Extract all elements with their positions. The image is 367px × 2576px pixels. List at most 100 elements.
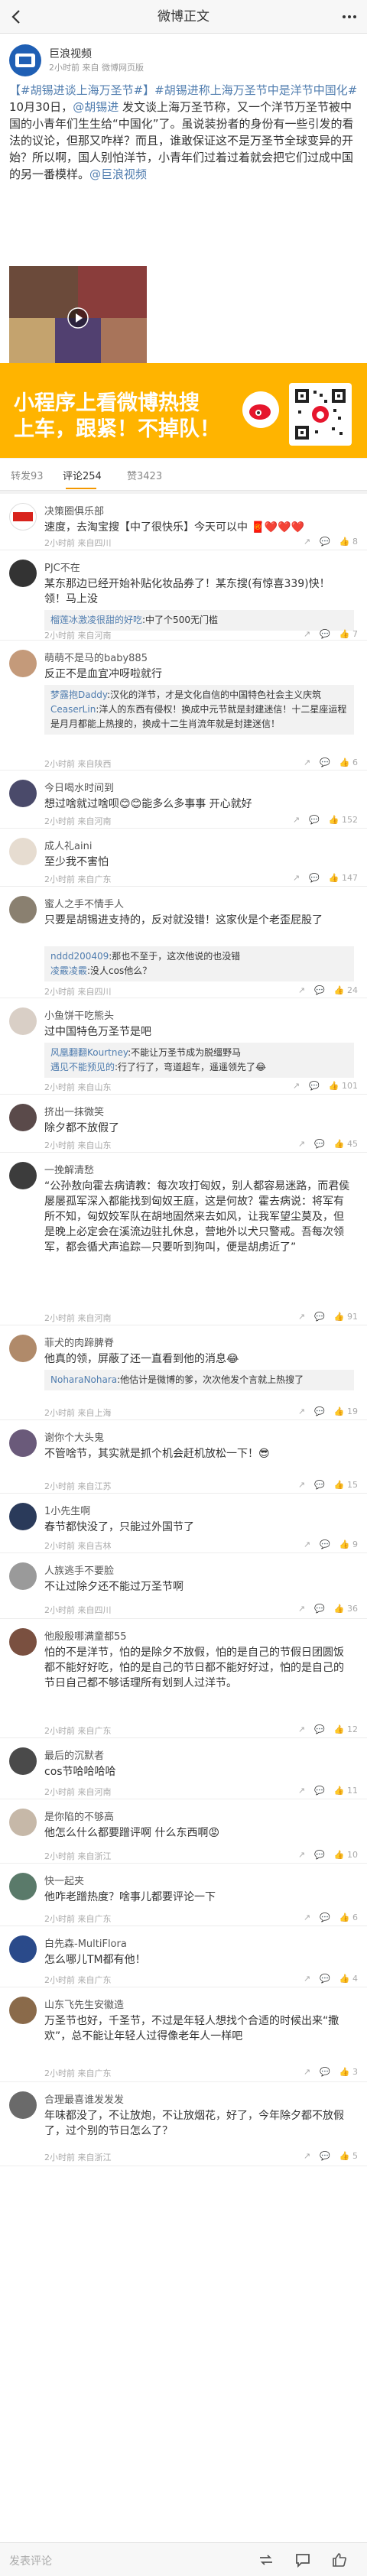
like-button[interactable]: 👍 5 xyxy=(339,2151,358,2161)
share-icon[interactable]: ↗ xyxy=(304,629,310,639)
reply-user[interactable]: CeaserLin xyxy=(50,704,96,715)
user-avatar[interactable] xyxy=(9,1628,37,1656)
reply-icon[interactable]: 💬 xyxy=(320,1539,330,1549)
comment-user[interactable]: 山东飞先生安徽造 xyxy=(44,1997,124,2011)
reply-icon[interactable]: 💬 xyxy=(314,985,325,995)
user-avatar[interactable] xyxy=(9,1503,37,1530)
reply-icon[interactable]: 💬 xyxy=(314,1406,325,1416)
share-icon[interactable]: ↗ xyxy=(304,2067,310,2077)
user-avatar[interactable] xyxy=(9,1935,37,1963)
reply-user[interactable]: 风凰翻翻Kourtney xyxy=(50,1047,128,1058)
like-button[interactable]: 👍 24 xyxy=(334,985,358,995)
reply-user[interactable]: 凌霰凌霰 xyxy=(50,965,87,976)
share-icon[interactable]: ↗ xyxy=(304,2151,310,2161)
like-button[interactable]: 👍 4 xyxy=(339,1974,358,1984)
author-avatar[interactable] xyxy=(9,44,41,76)
like-button[interactable]: 👍 45 xyxy=(334,1139,358,1149)
user-avatar[interactable] xyxy=(9,838,37,865)
mention-link[interactable]: @巨浪视频 xyxy=(89,167,147,181)
comment-user[interactable]: 人族逃手不要脸 xyxy=(44,1562,114,1577)
user-avatar[interactable] xyxy=(9,1335,37,1362)
hashtag-link[interactable]: #胡锡进称上海万圣节中是洋节中国化# xyxy=(154,83,357,97)
reply-icon[interactable]: 💬 xyxy=(314,1724,325,1734)
user-avatar[interactable] xyxy=(9,780,37,807)
comment-user[interactable]: 小鱼饼干吃熊头 xyxy=(44,1007,114,1022)
share-icon[interactable]: ↗ xyxy=(304,758,310,767)
reply-icon[interactable]: 💬 xyxy=(309,1081,320,1091)
tab-like[interactable]: 赞3423 xyxy=(127,468,162,482)
user-avatar[interactable] xyxy=(9,503,37,530)
post-video-thumbnail[interactable] xyxy=(9,266,147,370)
like-button[interactable]: 👍 6 xyxy=(339,1913,358,1922)
like-button[interactable]: 👍 15 xyxy=(334,1480,358,1490)
like-button[interactable]: 👍 6 xyxy=(339,758,358,767)
share-icon[interactable]: ↗ xyxy=(298,1312,305,1322)
share-icon[interactable]: ↗ xyxy=(298,1604,305,1614)
comment-user[interactable]: 蜜人之手不情手人 xyxy=(44,896,124,910)
user-avatar[interactable] xyxy=(9,896,37,923)
user-avatar[interactable] xyxy=(9,650,37,677)
like-button[interactable]: 👍 3 xyxy=(339,2067,358,2077)
reply-user[interactable]: NoharaNohara xyxy=(50,1374,117,1385)
reply-icon[interactable]: 💬 xyxy=(320,629,330,639)
like-button[interactable]: 👍 19 xyxy=(334,1406,358,1416)
like-button[interactable]: 👍 9 xyxy=(339,1539,358,1549)
comment-user[interactable]: 萌萌不是马的baby885 xyxy=(44,650,148,664)
reply-icon[interactable]: 💬 xyxy=(309,873,320,883)
repost-icon[interactable] xyxy=(257,2551,275,2569)
share-icon[interactable]: ↗ xyxy=(304,1913,310,1922)
reply-icon[interactable]: 💬 xyxy=(314,1850,325,1860)
share-icon[interactable]: ↗ xyxy=(298,1406,305,1416)
reply-preview[interactable]: 榴莲冰激凌很甜的好吃:中了个500无门槛 xyxy=(44,610,354,631)
comment-user[interactable]: 一挽解清愁 xyxy=(44,1162,94,1176)
reply-preview[interactable]: 梦露抱Daddy:汉化的洋节，才是文化自信的中国特色社会主义庆筑 CeaserLi… xyxy=(44,685,354,735)
reply-preview[interactable]: nddd200409:那也不至于，这次他说的也没错 凌霰凌霰:没人cos他么？ xyxy=(44,946,354,981)
reply-icon[interactable]: 💬 xyxy=(314,1604,325,1614)
comment-user[interactable]: 白先森-MultiFlora xyxy=(44,1935,127,1950)
reply-preview[interactable]: 风凰翻翻Kourtney:不能让万圣节成为脱缰野马 遇见不能预见的:行了行了，弯道… xyxy=(44,1043,354,1078)
like-button[interactable]: 👍 8 xyxy=(339,537,358,547)
like-button[interactable]: 👍 7 xyxy=(339,629,358,639)
like-button[interactable]: 👍 12 xyxy=(334,1724,358,1734)
comment-user[interactable]: 合理最喜谁发发发 xyxy=(44,2091,124,2106)
comment-user[interactable]: 他殷殷哪满童都55 xyxy=(44,1628,127,1643)
like-button[interactable]: 👍 10 xyxy=(334,1850,358,1860)
share-icon[interactable]: ↗ xyxy=(293,1081,300,1091)
user-avatar[interactable] xyxy=(9,2091,37,2119)
user-avatar[interactable] xyxy=(9,1997,37,2024)
share-icon[interactable]: ↗ xyxy=(304,537,310,547)
share-icon[interactable]: ↗ xyxy=(298,1139,305,1149)
comment-user[interactable]: PJC不在 xyxy=(44,560,80,574)
reply-icon[interactable]: 💬 xyxy=(309,815,320,825)
comment-user[interactable]: 菲犬的肉蹄脾脊 xyxy=(44,1335,114,1349)
comment-user[interactable]: 今日喝水时间到 xyxy=(44,780,114,794)
comment-user[interactable]: 快一起夹 xyxy=(44,1873,84,1887)
reply-user[interactable]: 梦露抱Daddy xyxy=(50,689,107,700)
share-icon[interactable]: ↗ xyxy=(298,1850,305,1860)
mention-link[interactable]: @胡锡进 xyxy=(73,100,119,114)
reply-icon[interactable]: 💬 xyxy=(314,1480,325,1490)
share-icon[interactable]: ↗ xyxy=(298,1724,305,1734)
reply-icon[interactable]: 💬 xyxy=(320,537,330,547)
comment-icon[interactable] xyxy=(294,2551,312,2569)
comment-user[interactable]: 挤出一抹微笑 xyxy=(44,1104,104,1118)
comment-user[interactable]: 决策圈俱乐部 xyxy=(44,503,104,517)
user-avatar[interactable] xyxy=(9,1162,37,1189)
reply-icon[interactable]: 💬 xyxy=(320,2067,330,2077)
reply-user[interactable]: nddd200409 xyxy=(50,951,109,962)
like-button[interactable]: 👍 36 xyxy=(334,1604,358,1614)
user-avatar[interactable] xyxy=(9,560,37,587)
share-icon[interactable]: ↗ xyxy=(293,815,300,825)
share-icon[interactable]: ↗ xyxy=(304,1974,310,1984)
user-avatar[interactable] xyxy=(9,1747,37,1775)
more-icon[interactable] xyxy=(341,9,358,24)
like-button[interactable]: 👍 101 xyxy=(329,1081,358,1091)
reply-icon[interactable]: 💬 xyxy=(320,758,330,767)
comment-user[interactable]: 1小先生啊 xyxy=(44,1503,90,1517)
user-avatar[interactable] xyxy=(9,1873,37,1900)
user-avatar[interactable] xyxy=(9,1007,37,1035)
comment-user[interactable]: 最后的沉默者 xyxy=(44,1747,104,1762)
ad-banner[interactable]: 小程序上看微博热搜 上车，跟紧！不掉队！ xyxy=(0,363,367,458)
user-avatar[interactable] xyxy=(9,1562,37,1590)
user-avatar[interactable] xyxy=(9,1429,37,1457)
